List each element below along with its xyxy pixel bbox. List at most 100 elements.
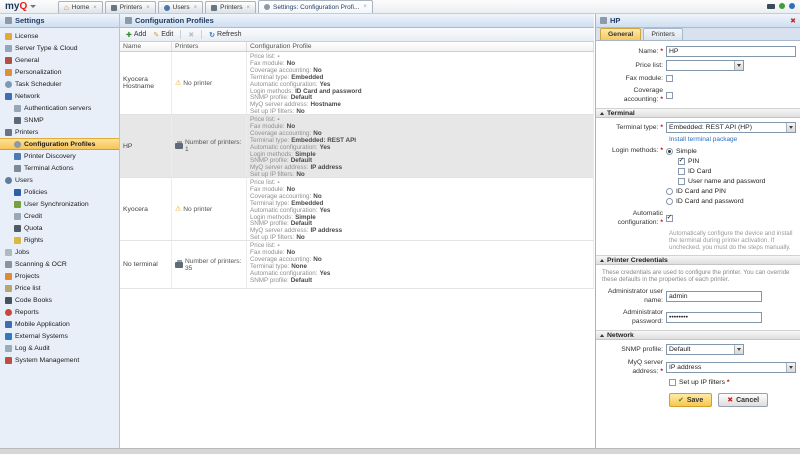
chevron-down-icon[interactable] (786, 363, 795, 372)
administrator-user-name-input[interactable] (666, 291, 762, 302)
chevron-down-icon[interactable] (734, 345, 743, 354)
tab-printers-2[interactable]: Printers× (205, 1, 256, 13)
chevron-down-icon[interactable] (786, 123, 795, 132)
sidebar-item-task-scheduler[interactable]: Task Scheduler (0, 78, 119, 90)
sidebar-item-mobile-application[interactable]: Mobile Application (0, 318, 119, 330)
save-button[interactable]: ✔Save (669, 393, 712, 407)
sidebar-item-personalization[interactable]: Personalization (0, 66, 119, 78)
tab-home[interactable]: ⌂Home× (58, 1, 103, 13)
sidebar-item-rights[interactable]: Rights (0, 234, 119, 246)
sidebar-item-printers[interactable]: Printers (0, 126, 119, 138)
sidebar-item-license[interactable]: License (0, 30, 119, 42)
sidebar-item-system-management[interactable]: System Management (0, 354, 119, 366)
sidebar-item-general[interactable]: General (0, 54, 119, 66)
table-row-selected[interactable]: HP Number of printers: 1 Price list:- Fa… (120, 115, 594, 178)
tab-close-icon[interactable]: × (146, 5, 150, 11)
sidebar-item-printer-discovery[interactable]: Printer Discovery (0, 150, 119, 162)
automatic-configuration-checkbox[interactable]: ✓ (666, 215, 673, 222)
refresh-button[interactable]: ↻Refresh (209, 31, 241, 39)
option-id-card[interactable]: ID Card (678, 166, 765, 176)
id-card-checkbox[interactable] (678, 168, 685, 175)
column-header-configuration-profile[interactable]: Configuration Profile (247, 42, 594, 51)
coverage-accounting-checkbox[interactable] (666, 92, 673, 99)
sidebar-item-projects[interactable]: Projects (0, 270, 119, 282)
option-simple[interactable]: Simple (666, 146, 765, 156)
wrench-icon (5, 17, 12, 24)
chrome-status-icons (767, 3, 795, 9)
terminal-actions-icon (14, 165, 21, 172)
sidebar-item-authentication-servers[interactable]: Authentication servers (0, 102, 119, 114)
snmp-profile-select[interactable]: Default (666, 344, 744, 355)
sidebar-item-price-list[interactable]: Price list (0, 282, 119, 294)
tab-users[interactable]: Users× (158, 1, 204, 13)
help-icon[interactable] (789, 3, 795, 9)
tab-general[interactable]: General (600, 28, 641, 40)
section-terminal[interactable]: Terminal (596, 108, 800, 118)
sidebar-item-external-systems[interactable]: External Systems (0, 330, 119, 342)
radio-simple[interactable] (666, 148, 673, 155)
cancel-button[interactable]: ✖Cancel (718, 393, 768, 407)
close-icon[interactable]: ✖ (790, 17, 796, 25)
sidebar-item-terminal-actions[interactable]: Terminal Actions (0, 162, 119, 174)
option-pin[interactable]: ✓PIN (678, 156, 765, 166)
install-terminal-package-link[interactable]: Install terminal package (669, 136, 737, 143)
radio-card-password[interactable] (666, 198, 673, 205)
section-printer-credentials[interactable]: Printer Credentials (596, 255, 800, 265)
name-input[interactable] (666, 46, 796, 57)
users-icon (164, 5, 170, 11)
delete-button[interactable]: ✖ (188, 31, 194, 39)
set-up-ip-filters-checkbox[interactable] (669, 379, 676, 386)
column-header-name[interactable]: Name (120, 42, 172, 51)
sidebar-item-credit[interactable]: Credit (0, 210, 119, 222)
add-button[interactable]: ✚Add (126, 31, 146, 39)
tab-printers-1[interactable]: Printers× (105, 1, 156, 13)
logo-dropdown-icon[interactable] (30, 5, 36, 8)
option-id-card-and-password[interactable]: ID Card and password (666, 196, 765, 206)
table-row[interactable]: No terminal Number of printers: 35 Price… (120, 241, 594, 289)
sidebar-item-user-synchronization[interactable]: User Synchronization (0, 198, 119, 210)
sidebar-item-snmp[interactable]: SNMP (0, 114, 119, 126)
myq-logo[interactable]: myQ (5, 1, 36, 12)
myq-server-address-select[interactable]: IP address (666, 362, 796, 373)
pin-checkbox[interactable]: ✓ (678, 158, 685, 165)
tab-settings-configuration-profiles[interactable]: Settings: Configuration Profi...× (258, 0, 373, 13)
section-network[interactable]: Network (596, 330, 800, 340)
log-icon (5, 345, 12, 352)
sidebar-item-network[interactable]: Network (0, 90, 119, 102)
sidebar-item-configuration-profiles[interactable]: Configuration Profiles (0, 138, 119, 150)
tab-printers[interactable]: Printers (643, 28, 682, 40)
sidebar-item-jobs[interactable]: Jobs (0, 246, 119, 258)
keyboard-icon[interactable] (767, 4, 775, 9)
sidebar-item-scanning-ocr[interactable]: Scanning & OCR (0, 258, 119, 270)
sidebar-item-policies[interactable]: Policies (0, 186, 119, 198)
tab-close-icon[interactable]: × (194, 5, 198, 11)
option-id-card-and-pin[interactable]: ID Card and PIN (666, 186, 765, 196)
sidebar-item-server-type-cloud[interactable]: Server Type & Cloud (0, 42, 119, 54)
coverage-accounting-label: Coverage accounting: * (600, 86, 666, 104)
automatic-configuration-label: Automatic configuration: * (600, 209, 666, 227)
sidebar-item-quota[interactable]: Quota (0, 222, 119, 234)
chevron-down-icon[interactable] (734, 61, 743, 70)
sidebar-item-log-audit[interactable]: Log & Audit (0, 342, 119, 354)
table-row[interactable]: Kyocera ⚠No printer Price list:- Fax mod… (120, 178, 594, 241)
terminal-type-select[interactable]: Embedded: REST API (HP) (666, 122, 796, 133)
sidebar-item-code-books[interactable]: Code Books (0, 294, 119, 306)
fax-module-checkbox[interactable] (666, 75, 673, 82)
user-pass-checkbox[interactable] (678, 178, 685, 185)
tab-close-icon[interactable]: × (363, 4, 367, 10)
edit-button[interactable]: ✎Edit (153, 31, 173, 39)
tab-close-icon[interactable]: × (247, 5, 251, 11)
sidebar-item-users[interactable]: Users (0, 174, 119, 186)
radio-card-pin[interactable] (666, 188, 673, 195)
price-list-select[interactable] (666, 60, 744, 71)
column-header-printers[interactable]: Printers (172, 42, 247, 51)
administrator-password-input[interactable] (666, 312, 762, 323)
table-row[interactable]: Kyocera Hostname ⚠No printer Price list:… (120, 52, 594, 115)
option-user-name-password[interactable]: User name and password (678, 176, 765, 186)
delete-icon: ✖ (188, 31, 194, 39)
sidebar-item-reports[interactable]: Reports (0, 306, 119, 318)
server-status-icon[interactable] (779, 3, 785, 9)
refresh-icon: ↻ (209, 31, 215, 39)
tools-icon (5, 57, 12, 64)
tab-close-icon[interactable]: × (93, 5, 97, 11)
